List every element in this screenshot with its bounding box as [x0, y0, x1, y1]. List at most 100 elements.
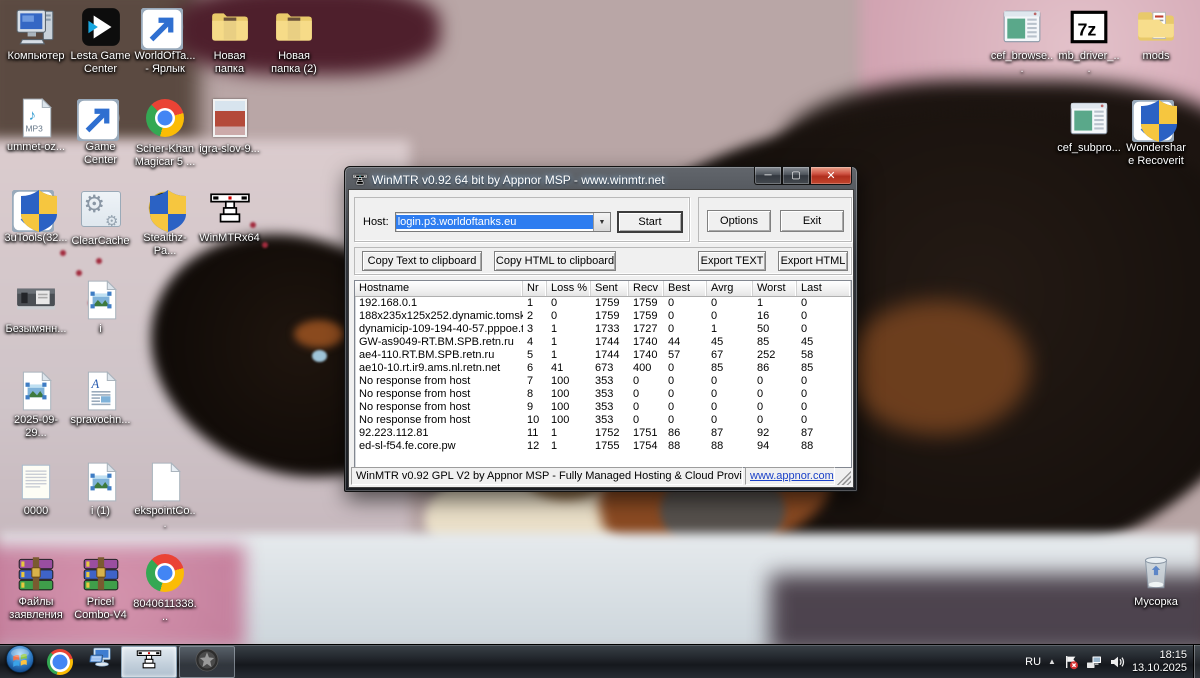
- export-html-button[interactable]: Export HTML: [778, 251, 848, 271]
- desktop-icon-label: Мусорка: [1124, 596, 1188, 609]
- desktop-icon-igra-slov-9-[interactable]: igra-slov-9...: [198, 97, 262, 156]
- taskbar-winmtr-button[interactable]: [121, 646, 177, 678]
- desktop-icon-worldofta-ярлык[interactable]: WorldOfTa... - Ярлык: [133, 6, 197, 76]
- table-cell: 0: [707, 297, 753, 310]
- table-header-row: HostnameNrLoss %SentRecvBestAvrgWorstLas…: [355, 281, 851, 297]
- taskbar-remote-pc-button[interactable]: [80, 645, 120, 678]
- volume-icon[interactable]: [1109, 654, 1125, 670]
- blankfile-icon: [144, 461, 186, 503]
- start-button-orb[interactable]: [0, 645, 40, 678]
- photo-shape: [76, 270, 82, 276]
- options-button[interactable]: Options: [707, 210, 771, 232]
- column-header-last[interactable]: Last: [797, 281, 851, 296]
- chrome-icon: [47, 649, 73, 675]
- desktop-icon-label: ummet-oz...: [4, 141, 68, 154]
- table-row[interactable]: 192.168.0.110175917590010: [355, 297, 851, 310]
- chevron-down-icon[interactable]: ▼: [593, 213, 610, 231]
- window-titlebar[interactable]: WinMTR v0.92 64 bit by Appnor MSP - www.…: [348, 170, 854, 190]
- table-cell: 1755: [591, 440, 629, 453]
- desktop-icon-новая-папка[interactable]: Новая папка: [198, 6, 262, 76]
- column-header-best[interactable]: Best: [664, 281, 707, 296]
- desktop-icon-lesta-game-center[interactable]: Lesta Game Center: [69, 6, 133, 76]
- table-row[interactable]: No response from host1010035300000: [355, 414, 851, 427]
- column-header-recv[interactable]: Recv: [629, 281, 664, 296]
- table-row[interactable]: 92.223.112.811111752175186879287: [355, 427, 851, 440]
- desktop-icon-winmtrx64[interactable]: WinMTRx64: [198, 188, 262, 245]
- desktop-icon-mods[interactable]: mods: [1124, 6, 1188, 63]
- column-header-loss[interactable]: Loss %: [547, 281, 591, 296]
- maximize-button[interactable]: ▢: [782, 167, 810, 185]
- table-row[interactable]: No response from host710035300000: [355, 375, 851, 388]
- column-header-worst[interactable]: Worst: [753, 281, 797, 296]
- appnor-link[interactable]: www.appnor.com: [750, 470, 834, 482]
- desktop-icon-mb-driver-[interactable]: 7zmb_driver_...: [1057, 6, 1121, 76]
- taskbar-clock[interactable]: 18:15 13.10.2025: [1132, 649, 1187, 675]
- desktop-icon-label: Wondershare Recoverit: [1124, 142, 1188, 168]
- table-cell: 1: [547, 427, 591, 440]
- desktop-icon-spravochn-[interactable]: Aspravochn...: [69, 370, 133, 427]
- desktop-icon-ummet-oz-[interactable]: ♪MP3ummet-oz...: [4, 97, 68, 154]
- host-value[interactable]: login.p3.worldoftanks.eu: [396, 215, 593, 229]
- table-row[interactable]: dynamicip-109-194-40-57.pppoe.tom...3117…: [355, 323, 851, 336]
- desktop-icon-label: igra-slov-9...: [198, 143, 262, 156]
- desktop-icon-scher-khan-magicar-5-[interactable]: Scher-Khan Magicar 5 ...: [133, 97, 197, 169]
- desktop-icon-clearcache[interactable]: ⚙⚙ClearCache: [69, 188, 133, 248]
- table-cell: 45: [707, 336, 753, 349]
- desktop-icon-i-1-[interactable]: i (1): [69, 461, 133, 518]
- table-cell: 0: [753, 375, 797, 388]
- desktop-icon-2025-09-29-[interactable]: 2025-09-29...: [4, 370, 68, 440]
- taskbar-chrome-button[interactable]: [40, 645, 80, 678]
- action-center-flag-icon[interactable]: [1063, 654, 1079, 670]
- language-indicator[interactable]: RU: [1025, 656, 1041, 668]
- exit-button[interactable]: Exit: [780, 210, 844, 232]
- minimize-button[interactable]: ─: [754, 167, 782, 185]
- desktop-icon-0000[interactable]: 0000: [4, 461, 68, 518]
- column-header-avrg[interactable]: Avrg: [707, 281, 753, 296]
- table-cell: 353: [591, 375, 629, 388]
- desktop-icon-label: Game Center: [69, 141, 133, 167]
- desktop-icon-cef-browse-[interactable]: cef_browse...: [990, 6, 1054, 76]
- table-row[interactable]: ae10-10.rt.ir9.ams.nl.retn.net6416734000…: [355, 362, 851, 375]
- close-button[interactable]: ✕: [810, 167, 852, 185]
- table-row[interactable]: GW-as9049-RT.BM.SPB.retn.ru4117441740444…: [355, 336, 851, 349]
- desktop-icon-8040611338-[interactable]: 8040611338...: [133, 552, 197, 624]
- host-combobox[interactable]: login.p3.worldoftanks.eu ▼: [395, 212, 611, 232]
- desktop-icon-безымянн-[interactable]: Безымянн...: [4, 279, 68, 336]
- table-row[interactable]: ae4-110.RT.BM.SPB.retn.ru511744174057672…: [355, 349, 851, 362]
- desktop-icon-ekspointco-[interactable]: ekspointCo...: [133, 461, 197, 531]
- resize-grip[interactable]: [837, 467, 851, 485]
- taskbar-wot-button[interactable]: [179, 646, 235, 678]
- desktop-icon-wondershare-recoverit[interactable]: Wondershare Recoverit: [1124, 98, 1188, 168]
- table-row[interactable]: 188x235x125x252.dynamic.tomsk.ert...2017…: [355, 310, 851, 323]
- desktop-icon-мусорка[interactable]: Мусорка: [1124, 552, 1188, 609]
- table-row[interactable]: No response from host810035300000: [355, 388, 851, 401]
- desktop-icon-файлы-заявления[interactable]: Файлы заявления: [4, 552, 68, 622]
- table-cell: 88: [797, 440, 851, 453]
- desktop-icon-pricel-combo-v4[interactable]: Pricel Combo-V4: [69, 552, 133, 622]
- winrar-icon: [15, 552, 57, 594]
- stealthz-icon: [144, 188, 186, 230]
- desktop-icon-stealthz-pa-[interactable]: Stealthz-Pa...: [133, 188, 197, 258]
- copy-text-button[interactable]: Copy Text to clipboard: [362, 251, 482, 271]
- desktop-icon-компьютер[interactable]: Компьютер: [4, 6, 68, 63]
- hidden-icons-chevron[interactable]: ▲: [1048, 657, 1056, 666]
- recycle-icon: [1135, 552, 1177, 594]
- show-desktop-button[interactable]: [1193, 645, 1200, 678]
- network-icon[interactable]: [1086, 654, 1102, 670]
- export-text-button[interactable]: Export TEXT: [698, 251, 766, 271]
- column-header-hostname[interactable]: Hostname: [355, 281, 523, 296]
- table-cell: 0: [629, 401, 664, 414]
- table-cell: 0: [797, 323, 851, 336]
- table-row[interactable]: ed-sl-f54.fe.core.pw1211755175488889488: [355, 440, 851, 453]
- start-button[interactable]: Start: [617, 211, 683, 233]
- desktop-icon-новая-папка-2-[interactable]: Новая папка (2): [262, 6, 326, 76]
- table-cell: 0: [629, 375, 664, 388]
- column-header-sent[interactable]: Sent: [591, 281, 629, 296]
- desktop-icon-cef-subpro-[interactable]: cef_subpro...: [1057, 98, 1121, 155]
- table-row[interactable]: No response from host910035300000: [355, 401, 851, 414]
- column-header-nr[interactable]: Nr: [523, 281, 547, 296]
- desktop-icon-3utools-32-[interactable]: 33uTools(32...: [4, 188, 68, 245]
- desktop-icon-game-center[interactable]: Game Center: [69, 97, 133, 167]
- copy-html-button[interactable]: Copy HTML to clipboard: [494, 251, 616, 271]
- desktop-icon-i[interactable]: i: [69, 279, 133, 336]
